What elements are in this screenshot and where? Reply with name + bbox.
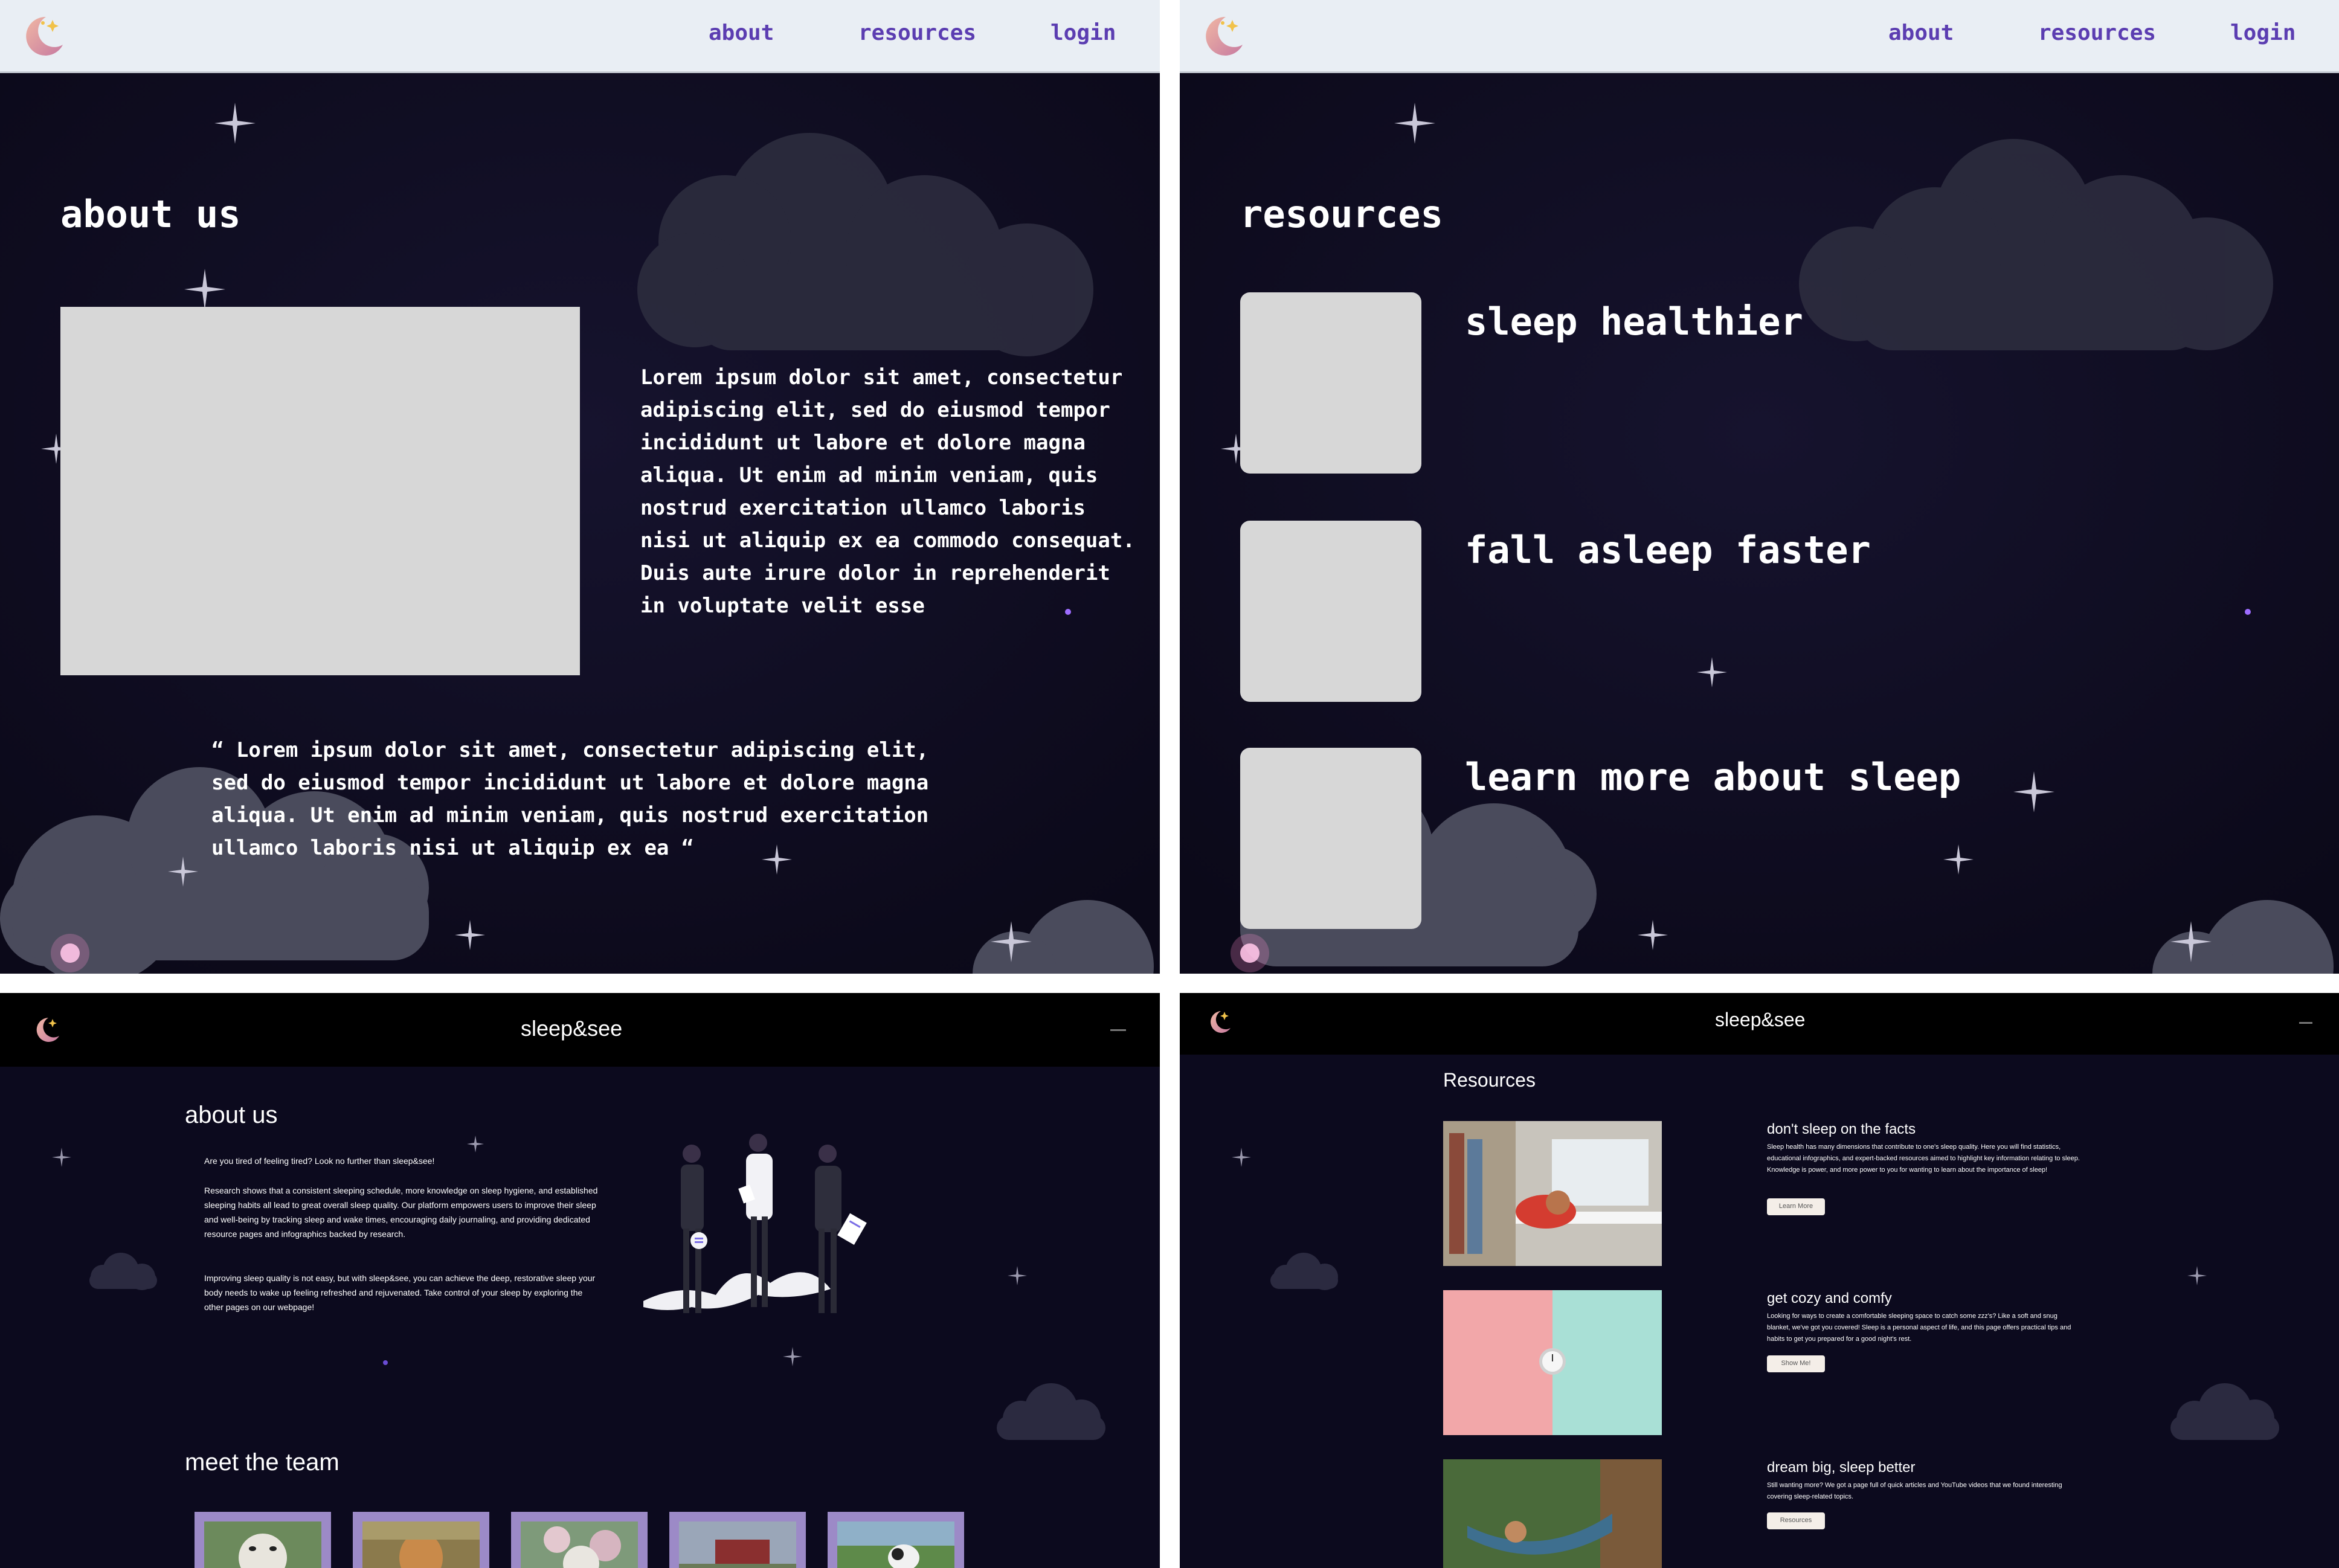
- hamburger-menu-icon[interactable]: [1110, 1029, 1126, 1031]
- nav-about-link[interactable]: about: [1888, 21, 1954, 45]
- section-title: meet the team: [185, 1449, 339, 1476]
- team-member-card[interactable]: [511, 1512, 648, 1568]
- alarm-clock-photo: [1443, 1290, 1662, 1435]
- about-paragraph: Research shows that a consistent sleepin…: [204, 1186, 598, 1239]
- show-me-button[interactable]: Show Me!: [1767, 1355, 1825, 1372]
- moon-logo-icon[interactable]: [1197, 11, 1245, 59]
- resources-wireframe-panel: about resources login resources sleep he…: [1180, 0, 2339, 974]
- about-quote: “ Lorem ipsum dolor sit amet, consectetu…: [211, 738, 929, 860]
- moon-logo-icon[interactable]: [1204, 1007, 1233, 1036]
- nav-resources-link[interactable]: resources: [2038, 21, 2156, 45]
- sleeping-at-desk-photo: [1443, 1121, 1662, 1266]
- team-illustration: [643, 1134, 867, 1313]
- about-intro: Are you tired of feeling tired? Look no …: [204, 1156, 435, 1166]
- page-title: resources: [1240, 192, 1443, 236]
- brand-name[interactable]: sleep&see: [1715, 1009, 1805, 1031]
- resource-thumbnail[interactable]: [1240, 748, 1421, 929]
- site-header: sleep&see: [0, 993, 1160, 1067]
- top-nav: about resources login: [1180, 0, 2339, 73]
- resource-title[interactable]: sleep healthier: [1465, 300, 1803, 344]
- cloud-shape: [997, 1383, 1105, 1440]
- image-placeholder: [60, 307, 580, 675]
- resources-site-panel: sleep&see Resources don't sleep on the f…: [1180, 993, 2339, 1568]
- page-title: about us: [60, 192, 241, 236]
- cloud-shape: [2170, 1383, 2279, 1440]
- nav-about-link[interactable]: about: [709, 21, 774, 45]
- goat-photo: [837, 1521, 954, 1568]
- team-member-card[interactable]: [353, 1512, 489, 1568]
- star-sparkles: [52, 1136, 1027, 1366]
- team-member-card[interactable]: [828, 1512, 964, 1568]
- team-member-card[interactable]: [669, 1512, 806, 1568]
- nav-login-link[interactable]: login: [1050, 21, 1116, 45]
- person-figure: [681, 1145, 707, 1313]
- resource-heading: get cozy and comfy: [1767, 1290, 1892, 1306]
- resource-description: Still wanting more? We got a page full o…: [1767, 1482, 2062, 1500]
- about-site-panel: sleep&see about us Are you tired of feel…: [0, 993, 1160, 1568]
- night-sky-background: [1232, 1148, 2279, 1440]
- resource-thumbnail[interactable]: [1240, 292, 1421, 474]
- resource-title[interactable]: fall asleep faster: [1465, 528, 1871, 572]
- goat-photo: [679, 1521, 796, 1568]
- resource-heading: don't sleep on the facts: [1767, 1121, 1916, 1137]
- resource-heading: dream big, sleep better: [1767, 1459, 1916, 1476]
- hamburger-menu-icon[interactable]: [2299, 1022, 2312, 1024]
- nav-resources-link[interactable]: resources: [858, 21, 976, 45]
- goat-photo: [521, 1521, 638, 1568]
- resource-description: Looking for ways to create a comfortable…: [1767, 1313, 2071, 1343]
- nav-login-link[interactable]: login: [2230, 21, 2296, 45]
- section-title: Resources: [1443, 1069, 1536, 1091]
- resource-thumbnail[interactable]: [1240, 521, 1421, 702]
- about-wireframe-panel: about resources login about us Lorem ips…: [0, 0, 1160, 974]
- section-title: about us: [185, 1102, 278, 1128]
- site-header: sleep&see: [1180, 993, 2339, 1055]
- learn-more-button[interactable]: Learn More: [1767, 1198, 1825, 1215]
- person-figure: [815, 1145, 867, 1313]
- moon-logo-icon[interactable]: [30, 1014, 62, 1046]
- hammock-photo: [1443, 1459, 1662, 1568]
- goat-photo: [362, 1521, 480, 1568]
- moon-logo-icon[interactable]: [17, 11, 65, 59]
- about-body-text: Lorem ipsum dolor sit amet, consectetur …: [640, 365, 1135, 618]
- goat-photo: [204, 1521, 321, 1568]
- brand-name[interactable]: sleep&see: [521, 1016, 622, 1041]
- resources-button[interactable]: Resources: [1767, 1512, 1825, 1529]
- resource-description: Sleep health has many dimensions that co…: [1767, 1143, 2080, 1174]
- top-nav: about resources login: [0, 0, 1160, 73]
- about-paragraph: Improving sleep quality is not easy, but…: [204, 1273, 596, 1312]
- team-member-card[interactable]: [195, 1512, 331, 1568]
- resource-title[interactable]: learn more about sleep: [1465, 755, 1961, 799]
- cloud-shape: [1270, 1253, 1338, 1290]
- cloud-shape: [89, 1253, 157, 1290]
